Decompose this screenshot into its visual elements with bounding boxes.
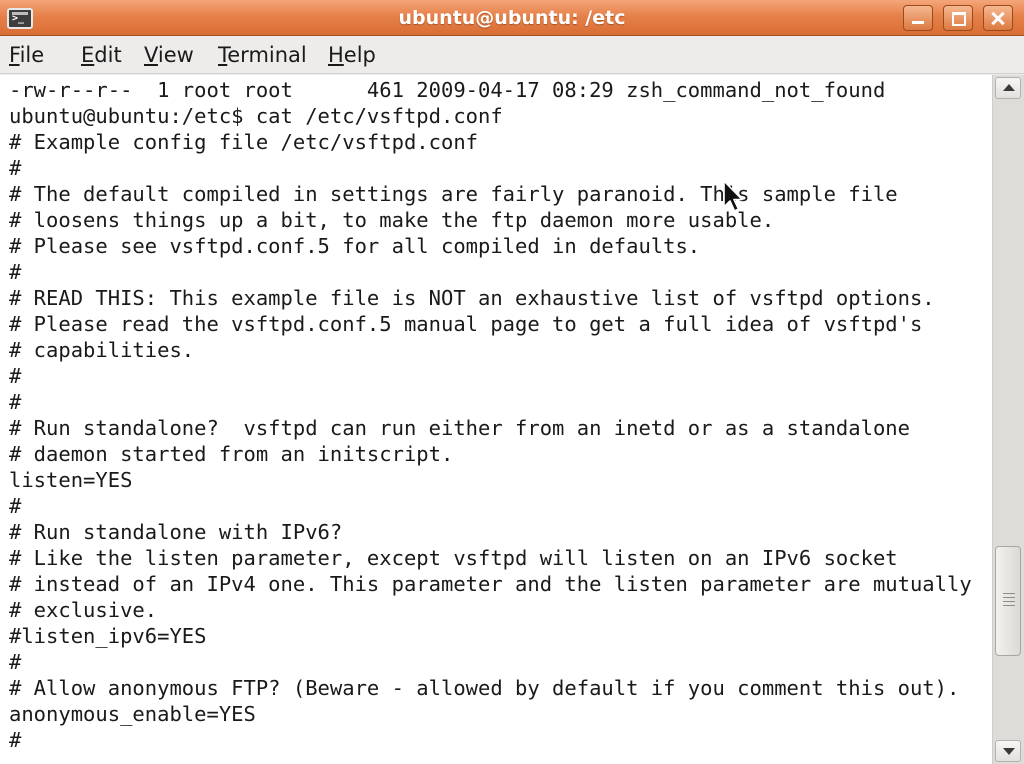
minimize-icon [904,6,932,30]
terminal-line: # exclusive. [9,598,158,622]
mouse-pointer-icon [723,180,743,212]
terminal-line: # Allow anonymous FTP? (Beware - allowed… [9,676,960,700]
maximize-button[interactable] [943,5,973,31]
terminal-line: #listen_ipv6=YES [9,624,207,648]
menu-help-label: elp [343,43,376,67]
terminal-line: -rw-r--r-- 1 root root 461 2009-04-17 08… [9,78,886,102]
terminal-line: # Please read the vsftpd.conf.5 manual p… [9,312,923,336]
window-title: ubuntu@ubuntu: /etc [398,7,626,29]
menu-terminal-mnemonic: T [218,43,228,67]
terminal-line: # READ THIS: This example file is NOT an… [9,286,935,310]
terminal-line: # Run standalone with IPv6? [9,520,343,544]
title-bar[interactable]: ubuntu@ubuntu: /etc [0,0,1024,36]
terminal-line: # daemon started from an initscript. [9,442,454,466]
terminal-line: # Run standalone? vsftpd can run either … [9,416,910,440]
terminal-line: # Like the listen parameter, except vsft… [9,546,898,570]
terminal-line: # Example config file /etc/vsftpd.conf [9,130,478,154]
menu-terminal-label: erminal [227,43,307,67]
menu-file[interactable]: File [9,36,44,74]
menu-help-mnemonic: H [328,43,344,67]
scroll-up-button[interactable] [995,77,1021,99]
maximize-icon [944,6,972,30]
arrow-down-icon [1003,748,1015,755]
close-button[interactable] [983,5,1013,31]
terminal-line: # instead of an IPv4 one. This parameter… [9,572,972,596]
menu-edit-mnemonic: E [81,43,95,67]
terminal-line: # [9,390,22,414]
grip-icon [1003,593,1015,607]
menu-file-label: ile [19,43,45,67]
arrow-up-icon [1003,84,1015,91]
menu-terminal[interactable]: Terminal [218,36,307,74]
terminal-line: anonymous_enable=YES [9,702,256,726]
menu-help[interactable]: Help [328,36,376,74]
terminal-line: # loosens things up a bit, to make the f… [9,208,775,232]
terminal-line: # The default compiled in settings are f… [9,182,898,206]
terminal-line: # [9,260,22,284]
terminal-line: # [9,650,22,674]
terminal-line: # [9,156,22,180]
menu-file-mnemonic: F [9,43,20,67]
terminal-line: listen=YES [9,468,133,492]
terminal-line: # capabilities. [9,338,195,362]
terminal-line: # Please see vsftpd.conf.5 for all compi… [9,234,701,258]
scroll-down-button[interactable] [995,740,1021,762]
menu-bar: File Edit View Terminal Help [0,36,1024,74]
minimize-button[interactable] [903,5,933,31]
terminal-window: ubuntu@ubuntu: /etc File Edit View Termi… [0,0,1024,764]
terminal-line: ubuntu@ubuntu:/etc$ cat /etc/vsftpd.conf [9,104,503,128]
terminal-line: # [9,494,22,518]
terminal-line: # [9,364,22,388]
terminal-lines: -rw-r--r-- 1 root root 461 2009-04-17 08… [9,77,972,753]
menu-view-label: iew [157,43,194,67]
menu-edit-label: dit [94,43,122,67]
scrollbar-thumb[interactable] [995,546,1021,656]
close-icon [984,6,1012,30]
menu-edit[interactable]: Edit [81,36,122,74]
terminal-output-area[interactable]: -rw-r--r-- 1 root root 461 2009-04-17 08… [0,75,992,764]
menu-view[interactable]: View [144,36,194,74]
terminal-line: # [9,728,22,752]
menu-view-mnemonic: V [144,43,158,67]
vertical-scrollbar[interactable] [992,75,1024,764]
